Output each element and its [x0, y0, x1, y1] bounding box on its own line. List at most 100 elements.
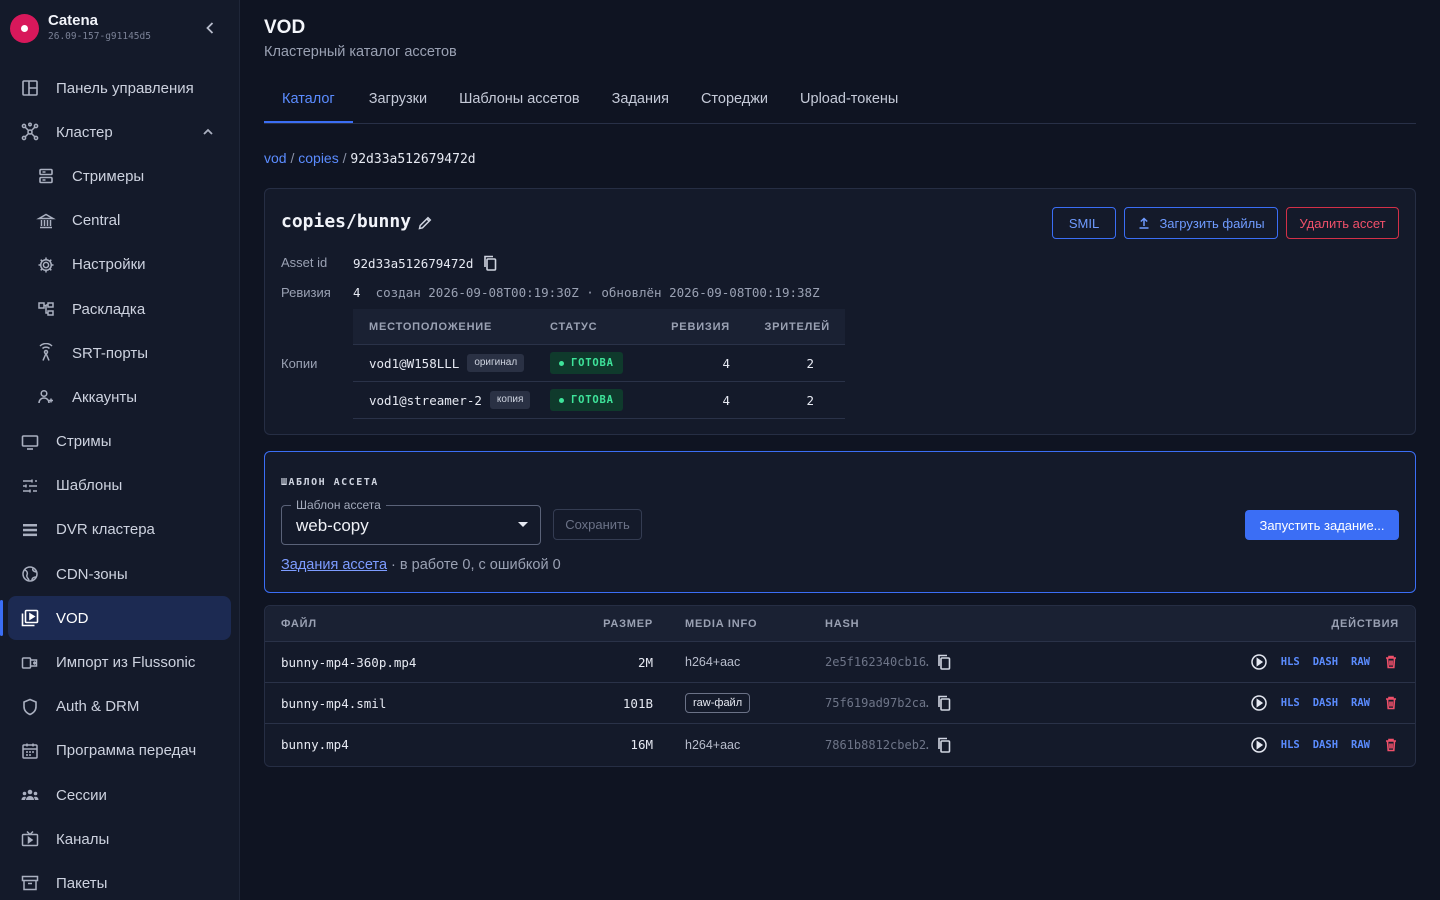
hls-link[interactable]: HLS	[1281, 656, 1300, 668]
page-subtitle: Кластерный каталог ассетов	[264, 44, 457, 60]
play-icon[interactable]	[1250, 653, 1268, 671]
tab-upload-tokens[interactable]: Upload-токены	[784, 78, 914, 123]
smil-button[interactable]: SMIL	[1052, 207, 1116, 239]
sidebar-item-packages[interactable]: Пакеты	[0, 861, 239, 900]
tab-catalog[interactable]: Каталог	[264, 78, 353, 123]
status-badge: ГОТОВА	[550, 389, 623, 411]
sidebar-item-label: Auth & DRM	[56, 698, 140, 716]
sidebar-item-dashboard[interactable]: Панель управления	[0, 66, 239, 110]
copy-viewers: 2	[806, 355, 814, 371]
revision-label: Ревизия	[281, 285, 331, 300]
chevron-up-icon[interactable]	[200, 124, 216, 140]
sidebar-item-vod[interactable]: VOD	[0, 596, 239, 641]
sidebar-item-label: Каналы	[56, 830, 110, 848]
raw-link[interactable]: RAW	[1351, 739, 1370, 751]
tab-storages[interactable]: Стореджи	[685, 78, 784, 123]
sidebar-item-templates[interactable]: Шаблоны	[0, 464, 239, 508]
sidebar-item-streams[interactable]: Стримы	[0, 420, 239, 464]
caret-down-icon	[518, 522, 528, 527]
dash-link[interactable]: DASH	[1313, 656, 1338, 668]
sidebar-item-layout[interactable]: Раскладка	[0, 287, 239, 331]
sidebar-item-srt-ports[interactable]: SRT-порты	[0, 331, 239, 375]
sidebar-item-auth-drm[interactable]: Auth & DRM	[0, 685, 239, 729]
archive-icon	[20, 873, 40, 893]
calendar-icon	[20, 741, 40, 761]
copy-revision: 4	[722, 392, 730, 408]
file-hash: 7861b8812cbeb2…	[825, 737, 929, 752]
delete-asset-button[interactable]: Удалить ассет	[1286, 207, 1399, 239]
sidebar-item-flussonic-import[interactable]: Импорт из Flussonic	[0, 640, 239, 684]
file-size: 2M	[637, 654, 653, 670]
breadcrumb-separator: /	[342, 150, 347, 166]
sidebar: Catena 26.09-157-g91145d5 Панель управле…	[0, 0, 240, 900]
sidebar-item-sessions[interactable]: Сессии	[0, 773, 239, 817]
sidebar-item-label: Программа передач	[56, 742, 197, 760]
sidebar-item-central[interactable]: Central	[0, 199, 239, 243]
revision-value: 4	[353, 285, 361, 300]
raw-link[interactable]: RAW	[1351, 697, 1370, 709]
asset-template-card: ШАБЛОН АССЕТА Шаблон ассета web-copy Сох…	[264, 451, 1416, 593]
asset-id: 92d33a512679472d	[353, 255, 499, 272]
copy-icon[interactable]	[935, 694, 953, 712]
sidebar-item-label: Central	[72, 212, 121, 230]
breadcrumb-root-link[interactable]: vod	[264, 150, 287, 166]
sidebar-item-label: Панель управления	[56, 79, 194, 97]
breadcrumb-folder-link[interactable]: copies	[298, 150, 338, 166]
tab-bar: Каталог Загрузки Шаблоны ассетов Задания…	[264, 78, 1416, 124]
sidebar-item-label: Шаблоны	[56, 477, 123, 495]
import-icon	[20, 653, 40, 673]
list-icon	[20, 520, 40, 540]
trash-icon[interactable]	[1383, 654, 1399, 670]
table-row: vod1@streamer-2 копия ГОТОВА 4 2	[353, 382, 845, 419]
catena-logo	[10, 13, 39, 43]
sidebar-item-accounts[interactable]: Аккаунты	[0, 375, 239, 419]
sidebar-item-settings[interactable]: Настройки	[0, 243, 239, 287]
dash-link[interactable]: DASH	[1313, 739, 1338, 751]
asset-template-select[interactable]: Шаблон ассета web-copy	[281, 498, 541, 545]
sidebar-item-cdn-zones[interactable]: CDN-зоны	[0, 552, 239, 596]
file-name: bunny-mp4-360p.mp4	[281, 654, 417, 670]
asset-id-label: Asset id	[281, 255, 328, 270]
save-button[interactable]: Сохранить	[553, 509, 642, 540]
sidebar-item-label: Импорт из Flussonic	[56, 654, 196, 672]
dash-link[interactable]: DASH	[1313, 697, 1338, 709]
asset-jobs-link[interactable]: Задания ассета	[281, 557, 387, 573]
tab-uploads[interactable]: Загрузки	[353, 78, 443, 123]
play-icon[interactable]	[1250, 736, 1268, 754]
brand-name: Catena	[48, 12, 99, 29]
copy-icon[interactable]	[935, 736, 953, 754]
play-icon[interactable]	[1250, 694, 1268, 712]
tab-jobs[interactable]: Задания	[596, 78, 685, 123]
file-hash: 75f619ad97b2ca…	[825, 696, 929, 710]
column-header: РЕВИЗИЯ	[671, 320, 730, 333]
sidebar-item-channels[interactable]: Каналы	[0, 817, 239, 861]
upload-files-label: Загрузить файлы	[1159, 215, 1265, 231]
run-job-button[interactable]: Запустить задание...	[1245, 510, 1399, 540]
copy-icon[interactable]	[935, 653, 953, 671]
sidebar-item-label: Кластер	[56, 123, 113, 141]
shield-icon	[20, 697, 40, 717]
sidebar-item-dvr[interactable]: DVR кластера	[0, 508, 239, 552]
hls-link[interactable]: HLS	[1281, 697, 1300, 709]
sidebar-item-label: DVR кластера	[56, 521, 155, 539]
sidebar-item-streamers[interactable]: Стримеры	[0, 154, 239, 198]
tab-asset-templates[interactable]: Шаблоны ассетов	[443, 78, 596, 123]
trash-icon[interactable]	[1383, 695, 1399, 711]
sidebar-item-epg[interactable]: Программа передач	[0, 729, 239, 773]
column-header: СТАТУС	[550, 320, 598, 333]
accounts-icon	[36, 387, 56, 407]
copy-role-tag: копия	[489, 391, 531, 409]
copy-icon[interactable]	[481, 254, 499, 272]
select-legend: Шаблон ассета	[291, 498, 386, 512]
server-icon	[36, 166, 56, 186]
brand[interactable]: Catena 26.09-157-g91145d5	[10, 12, 151, 44]
chevron-left-icon[interactable]	[200, 18, 220, 38]
upload-files-button[interactable]: Загрузить файлы	[1124, 207, 1278, 239]
file-size: 101B	[622, 695, 653, 711]
sidebar-item-cluster[interactable]: Кластер	[0, 110, 239, 154]
upload-icon	[1137, 216, 1151, 230]
hls-link[interactable]: HLS	[1281, 739, 1300, 751]
raw-link[interactable]: RAW	[1351, 656, 1370, 668]
trash-icon[interactable]	[1383, 737, 1399, 753]
pencil-icon[interactable]	[417, 215, 433, 231]
